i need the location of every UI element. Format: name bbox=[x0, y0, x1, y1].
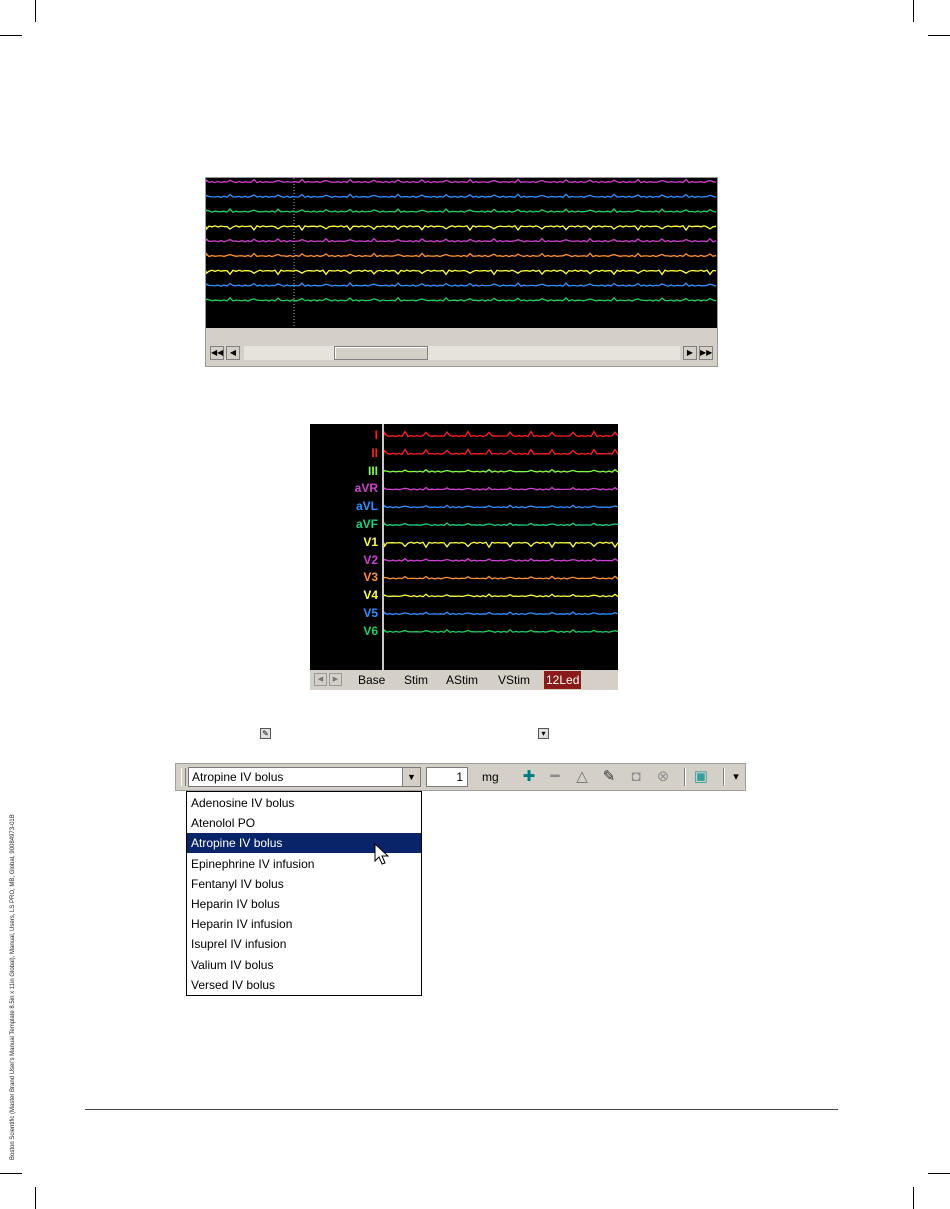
dose-unit: mg bbox=[482, 770, 499, 784]
lead-traces bbox=[384, 430, 618, 634]
bottle-icon[interactable]: ▣ bbox=[692, 768, 710, 786]
triangle-icon[interactable]: △ bbox=[573, 768, 591, 786]
strip-trace bbox=[206, 178, 717, 184]
lead-label: aVF bbox=[355, 517, 378, 531]
lead-trace bbox=[384, 504, 618, 509]
strip-trace bbox=[206, 296, 717, 302]
crop-mark bbox=[35, 1187, 36, 1209]
lead-label: V5 bbox=[363, 606, 378, 620]
toolbar-separator bbox=[684, 768, 686, 786]
scroll-first-button[interactable]: ◀◀ bbox=[210, 346, 224, 360]
crop-mark bbox=[0, 1173, 22, 1174]
iv-bag-icon[interactable]: ◘ bbox=[627, 768, 645, 786]
toolbar-overflow-icon[interactable]: ▾ bbox=[727, 768, 745, 786]
drug-option[interactable]: Heparin IV bolus bbox=[187, 894, 421, 914]
crop-mark bbox=[928, 35, 950, 36]
drug-select[interactable]: Atropine IV bolus ▼ bbox=[188, 767, 421, 787]
lead-trace bbox=[384, 468, 618, 473]
lead-label: V4 bbox=[363, 588, 378, 603]
strip-trace bbox=[206, 269, 717, 276]
scroll-prev-button[interactable]: ◀ bbox=[226, 346, 240, 360]
strip-chart-traces bbox=[206, 178, 717, 328]
crop-mark bbox=[0, 35, 22, 36]
tab-astim[interactable]: AStim bbox=[444, 671, 480, 689]
lead-label: I bbox=[374, 428, 378, 442]
drug-dropdown-list: Adenosine IV bolus Atenolol PO Atropine IV… bbox=[186, 791, 422, 996]
scroll-track[interactable] bbox=[244, 346, 680, 360]
lead-trace bbox=[384, 593, 618, 598]
mouse-cursor-icon bbox=[374, 843, 390, 865]
lead-trace bbox=[384, 541, 618, 549]
lead-trace bbox=[384, 522, 618, 527]
add-icon[interactable]: ✚ bbox=[520, 768, 538, 786]
drug-option[interactable]: Adenosine IV bolus bbox=[187, 793, 421, 813]
tab-scroll-right-button[interactable]: ▶ bbox=[329, 673, 342, 686]
lead-trace bbox=[384, 430, 618, 438]
chevron-down-icon[interactable]: ▼ bbox=[402, 768, 420, 786]
drug-option[interactable]: Fentanyl IV bolus bbox=[187, 874, 421, 894]
drug-option[interactable]: Versed IV bolus bbox=[187, 975, 421, 995]
margin-note: Boston Scientific (Master Brand User's M… bbox=[10, 814, 16, 1160]
drug-select-value: Atropine IV bolus bbox=[192, 770, 284, 784]
lead-trace bbox=[384, 611, 618, 616]
scroll-last-button[interactable]: ▶▶ bbox=[699, 346, 713, 360]
lead-label: V2 bbox=[363, 552, 378, 567]
lead-label: V3 bbox=[363, 570, 378, 585]
strip-trace bbox=[206, 193, 717, 199]
drug-option[interactable]: Isuprel IV infusion bbox=[187, 934, 421, 954]
strip-trace bbox=[206, 225, 717, 232]
lead-label: aVL bbox=[355, 499, 378, 514]
lead-trace bbox=[384, 557, 618, 562]
lead-trace bbox=[384, 628, 618, 634]
syringe-icon[interactable]: ✎ bbox=[600, 768, 618, 786]
lead-trace bbox=[384, 486, 618, 491]
crop-mark bbox=[913, 0, 914, 22]
pen-icon: ✎ bbox=[260, 728, 271, 739]
strip-trace bbox=[206, 252, 717, 258]
dose-input[interactable]: 1 bbox=[426, 767, 468, 787]
strip-trace bbox=[206, 208, 717, 213]
view-tab-bar: ◀ ▶ Base Stim AStim VStim 12Led bbox=[310, 670, 618, 690]
syringe-pump-icon: ▾ bbox=[538, 728, 549, 739]
tab-scroll-left-button[interactable]: ◀ bbox=[314, 673, 327, 686]
remove-icon[interactable]: ━ bbox=[546, 768, 564, 786]
crop-mark bbox=[913, 1187, 914, 1209]
lead-label: II bbox=[371, 445, 378, 460]
tab-base[interactable]: Base bbox=[356, 671, 387, 689]
tab-vstim[interactable]: VStim bbox=[496, 671, 532, 689]
scroll-next-button[interactable]: ▶ bbox=[683, 346, 697, 360]
drug-option[interactable]: Atenolol PO bbox=[187, 813, 421, 833]
lead-trace bbox=[384, 448, 618, 456]
lead-label: aVR bbox=[354, 481, 378, 496]
scroll-thumb[interactable] bbox=[334, 346, 428, 360]
strip-trace bbox=[206, 282, 717, 287]
footer-rule bbox=[85, 1109, 838, 1110]
strip-trace bbox=[206, 237, 717, 243]
cancel-icon[interactable]: ⊗ bbox=[654, 768, 672, 786]
toolbar-grip[interactable] bbox=[181, 768, 186, 786]
crop-mark bbox=[928, 1173, 950, 1174]
drug-toolbar: Atropine IV bolus ▼ 1 mg ✚ ━ △ ✎ ◘ ⊗ ▣ ▾ bbox=[175, 763, 746, 791]
drug-option[interactable]: Heparin IV infusion bbox=[187, 914, 421, 934]
tab-12led[interactable]: 12Led bbox=[544, 671, 582, 689]
toolbar-separator bbox=[723, 768, 725, 786]
drug-option[interactable]: Valium IV bolus bbox=[187, 955, 421, 975]
strip-chart-panel: ◀◀ ◀ ▶ ▶▶ bbox=[205, 177, 718, 367]
lead-label: III bbox=[367, 463, 378, 478]
strip-scrollbar[interactable]: ◀◀ ◀ ▶ ▶▶ bbox=[206, 328, 717, 366]
lead-label: V1 bbox=[363, 534, 378, 549]
lead-label: V6 bbox=[363, 623, 378, 638]
lead-label-column: I II III aVR aVL aVF V1 V2 V3 V4 V5 V6 bbox=[310, 424, 382, 670]
twelve-lead-panel: I II III aVR aVL aVF V1 V2 V3 V4 V5 V6 ◀ ▶ Base Stim… bbox=[310, 424, 618, 690]
lead-trace bbox=[384, 575, 618, 580]
tab-stim[interactable]: Stim bbox=[402, 671, 430, 689]
crop-mark bbox=[35, 0, 36, 22]
